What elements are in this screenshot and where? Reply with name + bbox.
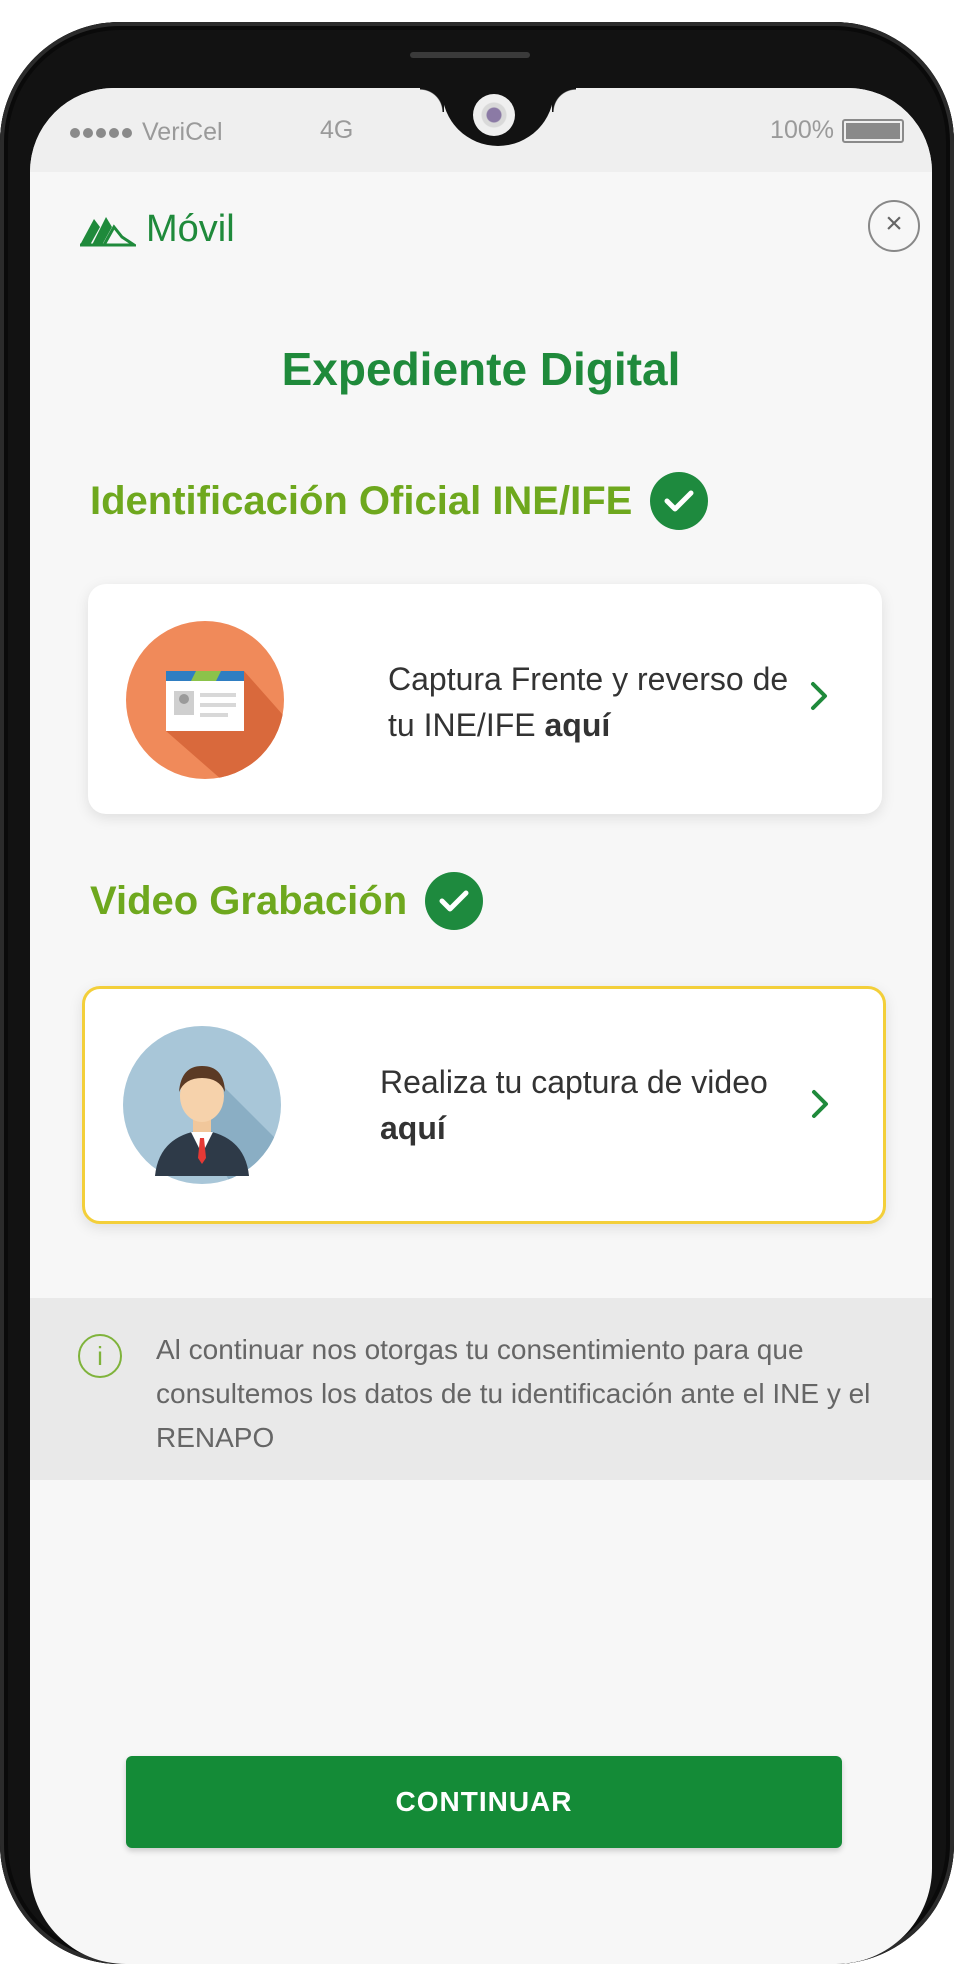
capture-ine-text: Captura Frente y reverso de tu INE/IFE a… — [388, 656, 808, 748]
speaker-grille — [410, 52, 530, 58]
section-ine-header: Identificación Oficial INE/IFE — [90, 472, 709, 530]
check-circle-icon — [650, 472, 709, 530]
info-icon: i — [78, 1334, 122, 1378]
brand-name: Móvil — [146, 208, 235, 250]
capture-ine-card[interactable]: Captura Frente y reverso de tu INE/IFE a… — [88, 584, 882, 814]
screen: VeriCel 4G 100% Móvil × Expediente Digit… — [30, 88, 932, 1964]
battery-icon — [842, 118, 904, 143]
brand-logo: Móvil — [78, 208, 235, 251]
close-icon: × — [885, 207, 903, 240]
capture-video-text: Realiza tu captura de video aquí — [380, 1059, 800, 1151]
capture-video-card[interactable]: Realiza tu captura de video aquí — [82, 986, 886, 1224]
battery-status: 100% — [770, 116, 904, 145]
network-type: 4G — [320, 116, 354, 144]
section-video-title: Video Grabación — [90, 878, 408, 923]
capture-video-label: Realiza tu captura de video — [380, 1064, 768, 1100]
carrier-name: VeriCel — [142, 118, 223, 146]
mountain-logo-icon — [80, 216, 136, 246]
check-circle-icon — [425, 872, 484, 930]
chevron-right-icon — [811, 682, 827, 710]
id-card-icon — [126, 621, 284, 779]
signal-strength-icon — [70, 127, 132, 138]
signal-carrier: VeriCel — [70, 118, 223, 147]
capture-video-link[interactable]: aquí — [380, 1110, 446, 1146]
front-camera — [473, 94, 515, 136]
capture-ine-link[interactable]: aquí — [544, 707, 610, 743]
section-ine-title: Identificación Oficial INE/IFE — [90, 478, 633, 523]
consent-text: Al continuar nos otorgas tu consentimien… — [156, 1334, 871, 1453]
section-video-header: Video Grabación — [90, 872, 484, 930]
consent-notice: i Al continuar nos otorgas tu consentimi… — [30, 1298, 932, 1480]
continue-button[interactable]: CONTINUAR — [126, 1756, 842, 1848]
battery-percent: 100% — [770, 116, 834, 144]
person-avatar-icon — [123, 1026, 281, 1184]
phone-frame: VeriCel 4G 100% Móvil × Expediente Digit… — [0, 22, 954, 1964]
page-title: Expediente Digital — [281, 343, 681, 395]
chevron-right-icon — [812, 1090, 828, 1118]
close-button[interactable]: × — [868, 200, 920, 252]
